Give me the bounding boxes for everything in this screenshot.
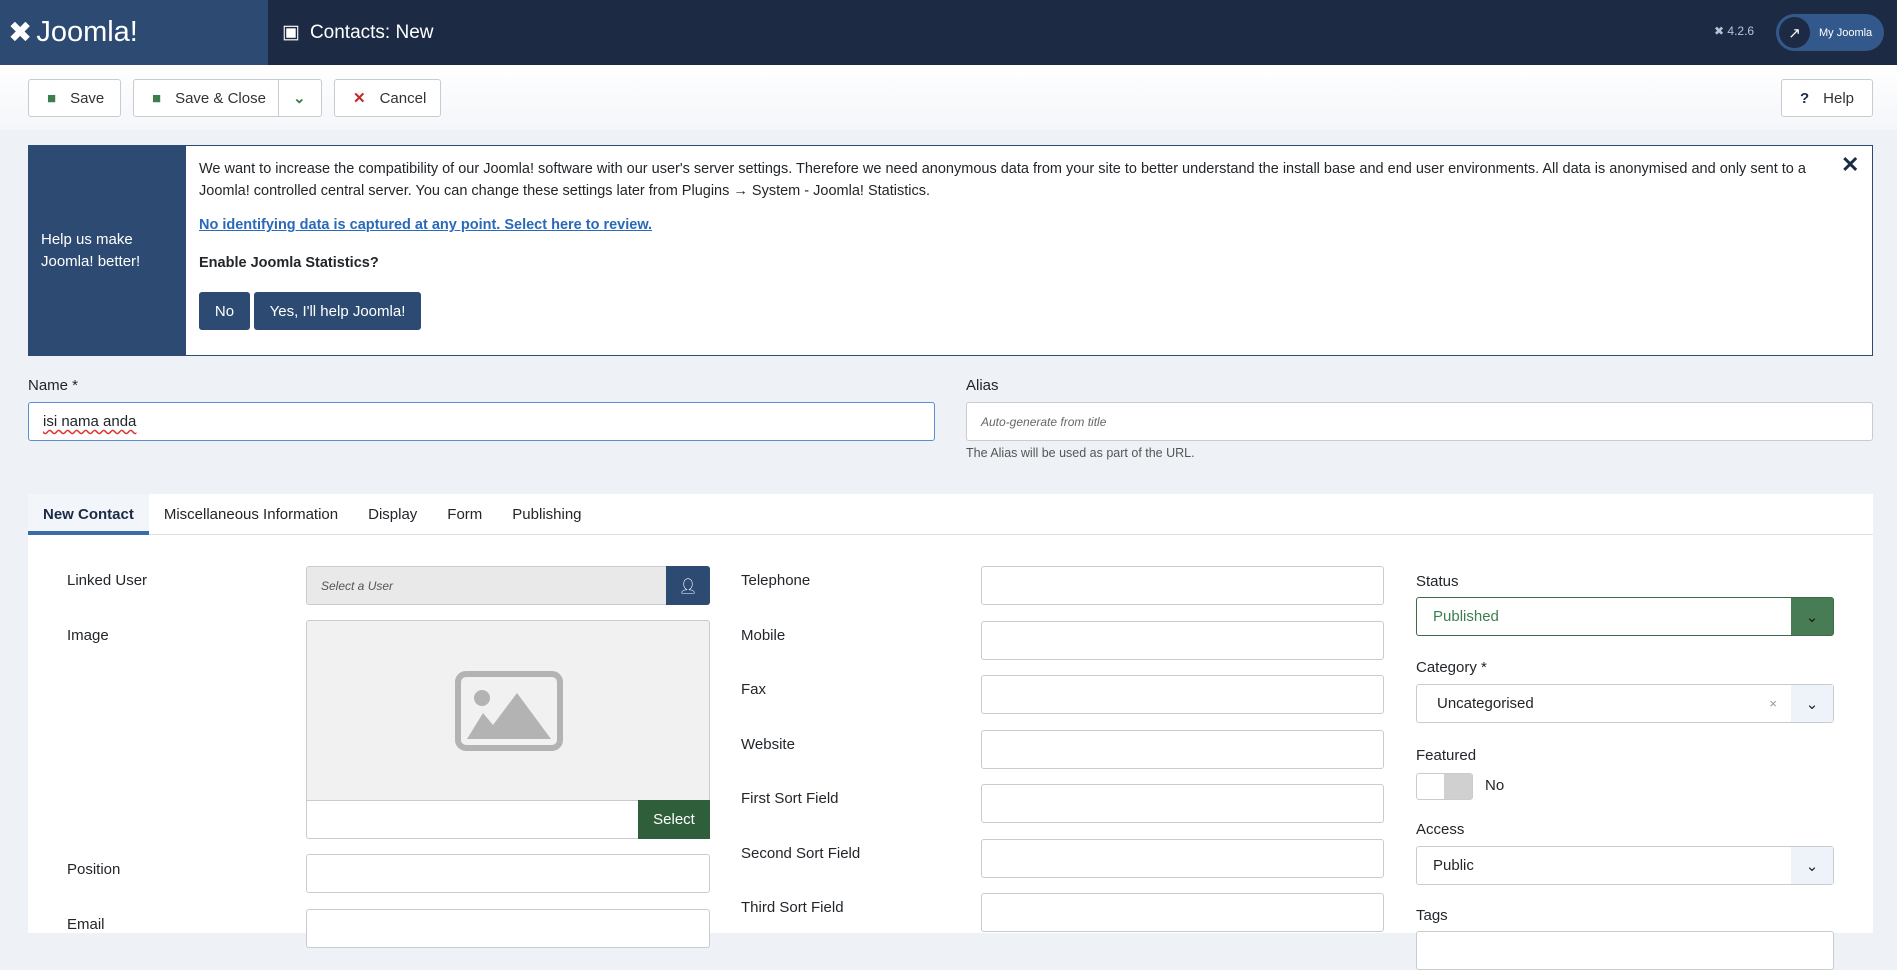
- third-sort-input[interactable]: [981, 893, 1384, 932]
- close-icon: ✕: [353, 90, 366, 107]
- tab-publishing[interactable]: Publishing: [497, 494, 596, 535]
- category-label: Category *: [1416, 659, 1487, 676]
- tab-new-contact[interactable]: New Contact: [28, 494, 149, 535]
- mobile-label: Mobile: [741, 627, 786, 644]
- joomla-logo-icon: ✖: [8, 17, 33, 49]
- alias-input[interactable]: Auto-generate from title: [966, 402, 1873, 441]
- image-select-button[interactable]: Select: [638, 800, 710, 839]
- image-preview: [306, 620, 710, 800]
- email-input[interactable]: [306, 909, 710, 948]
- clear-icon[interactable]: ×: [1769, 696, 1777, 711]
- contact-card-icon: ▣: [282, 22, 300, 43]
- save-dropdown-toggle[interactable]: ⌄: [278, 79, 322, 117]
- featured-label: Featured: [1416, 747, 1477, 764]
- stats-yes-button[interactable]: Yes, I'll help Joomla!: [254, 292, 421, 330]
- joomla-logo[interactable]: ✖ Joomla!: [0, 0, 268, 65]
- featured-value: No: [1485, 777, 1505, 794]
- tab-form[interactable]: Form: [432, 494, 497, 535]
- save-icon: ■: [47, 89, 57, 107]
- banner-text: We want to increase the compatibility of…: [199, 161, 1806, 199]
- tags-input[interactable]: [1416, 931, 1834, 970]
- email-label: Email: [67, 916, 105, 933]
- telephone-label: Telephone: [741, 572, 811, 589]
- question-icon: ?: [1800, 89, 1810, 107]
- second-sort-input[interactable]: [981, 839, 1384, 878]
- select-user-button[interactable]: 👤︎: [666, 566, 710, 605]
- position-label: Position: [67, 861, 121, 878]
- save-close-button[interactable]: ■ Save & Close: [133, 79, 279, 117]
- user-icon: 👤︎: [678, 577, 698, 595]
- chevron-down-icon: ⌄: [1791, 598, 1833, 635]
- close-icon[interactable]: ✕: [1841, 152, 1859, 178]
- name-label: Name *: [28, 377, 79, 394]
- website-label: Website: [741, 736, 795, 753]
- name-input[interactable]: isi nama anda: [28, 402, 935, 441]
- banner-question: Enable Joomla Statistics?: [199, 255, 379, 271]
- fax-label: Fax: [741, 681, 767, 698]
- chevron-down-icon: ⌄: [1791, 847, 1833, 884]
- chevron-down-icon: ⌄: [1791, 685, 1833, 722]
- my-joomla-button[interactable]: ↗ My Joomla: [1776, 14, 1884, 51]
- linked-user-field[interactable]: Select a User: [306, 566, 710, 605]
- first-sort-label: First Sort Field: [741, 790, 839, 807]
- telephone-input[interactable]: [981, 566, 1384, 605]
- mobile-input[interactable]: [981, 621, 1384, 660]
- banner-side-title: Help us make Joomla! better!: [29, 146, 186, 355]
- website-input[interactable]: [981, 730, 1384, 769]
- featured-toggle[interactable]: [1416, 773, 1473, 800]
- statistics-message: Help us make Joomla! better! We want to …: [28, 145, 1873, 356]
- version-label: ✖ 4.2.6: [1714, 24, 1755, 38]
- help-button[interactable]: ? Help: [1781, 79, 1873, 117]
- third-sort-label: Third Sort Field: [741, 899, 844, 916]
- access-label: Access: [1416, 821, 1465, 838]
- access-select[interactable]: Public ⌄: [1416, 846, 1834, 885]
- alias-label: Alias: [966, 377, 999, 394]
- status-select[interactable]: Published ⌄: [1416, 597, 1834, 636]
- fax-input[interactable]: [981, 675, 1384, 714]
- stats-no-button[interactable]: No: [199, 292, 250, 330]
- image-label: Image: [67, 627, 109, 644]
- linked-user-label: Linked User: [67, 572, 148, 589]
- save-icon: ■: [152, 89, 162, 107]
- status-label: Status: [1416, 573, 1459, 590]
- second-sort-label: Second Sort Field: [741, 845, 861, 862]
- category-select[interactable]: Uncategorised × ⌄: [1416, 684, 1834, 723]
- alias-help: The Alias will be used as part of the UR…: [966, 446, 1195, 460]
- tab-misc-information[interactable]: Miscellaneous Information: [149, 494, 353, 535]
- review-link[interactable]: No identifying data is captured at any p…: [199, 217, 652, 233]
- first-sort-input[interactable]: [981, 784, 1384, 823]
- page-title: ▣ Contacts: New: [282, 21, 434, 44]
- save-button[interactable]: ■ Save: [28, 79, 121, 117]
- tab-bar: New Contact Miscellaneous Information Di…: [28, 494, 1873, 535]
- image-placeholder-icon: [455, 671, 563, 751]
- cancel-button[interactable]: ✕ Cancel: [334, 79, 441, 117]
- tab-display[interactable]: Display: [353, 494, 432, 535]
- position-input[interactable]: [306, 854, 710, 893]
- external-link-icon: ↗: [1779, 17, 1810, 48]
- chevron-down-icon: ⌄: [293, 90, 306, 107]
- tags-label: Tags: [1416, 907, 1448, 924]
